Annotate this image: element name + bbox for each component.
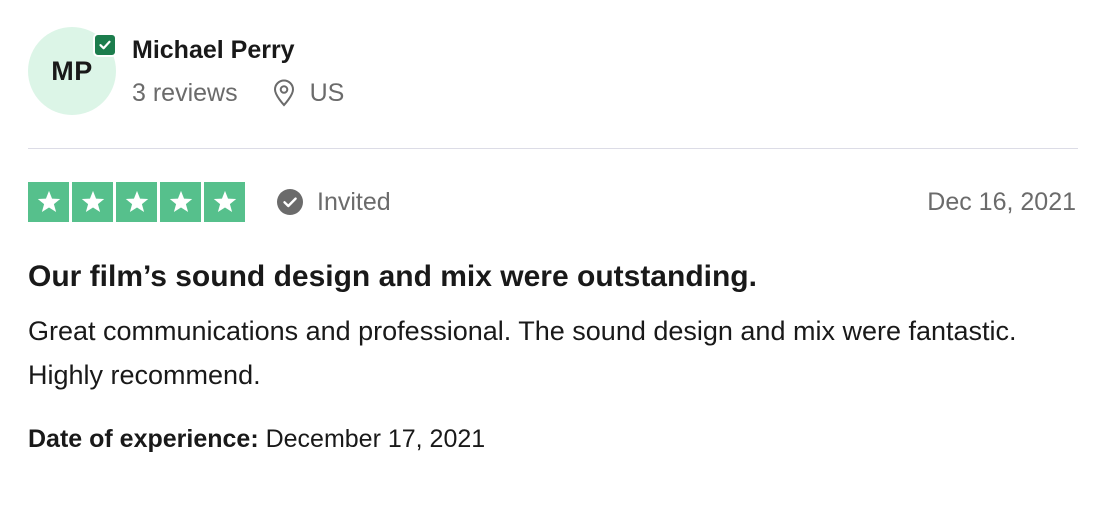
review-date: Dec 16, 2021 [927,187,1076,216]
divider [28,148,1078,149]
check-badge-icon [93,33,117,57]
star-icon [72,182,113,222]
check-circle-icon [277,189,303,215]
map-pin-icon [272,79,296,107]
star-icon [28,182,69,222]
experience-label: Date of experience: [28,425,259,453]
avatar[interactable]: MP [28,27,117,115]
review-title[interactable]: Our film’s sound design and mix were out… [28,259,1078,295]
date-of-experience: Date of experience: December 17, 2021 [28,423,1078,455]
star-icon [204,182,245,222]
star-rating [28,182,245,222]
rating-row: Invited Dec 16, 2021 [28,181,1078,223]
invited-label: Invited [317,187,391,216]
review-count: 3 reviews [132,78,238,107]
review-card: MP Michael Perry 3 reviews US Invited De… [28,26,1078,455]
review-body: Great communications and professional. T… [28,316,1017,390]
star-icon [116,182,157,222]
invited-status[interactable]: Invited [277,188,391,217]
avatar-initials: MP [51,55,93,86]
experience-date: December 17, 2021 [265,425,486,453]
location-label: US [309,78,345,107]
reviewer-location: US [272,78,345,108]
reviewer-info: Michael Perry 3 reviews US [132,35,344,108]
reviewer-meta: 3 reviews US [132,78,344,108]
star-icon [160,182,201,222]
reviewer-header: MP Michael Perry 3 reviews US [28,26,1078,116]
reviewer-name[interactable]: Michael Perry [132,35,344,65]
